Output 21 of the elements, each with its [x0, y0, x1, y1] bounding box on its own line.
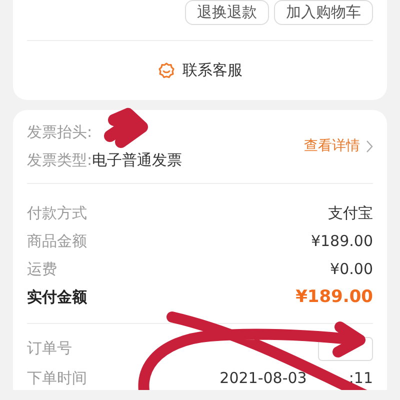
payment-label: 商品金额 [27, 231, 87, 252]
order-time-label: 下单时间 [27, 368, 87, 390]
chevron-right-icon [366, 140, 373, 152]
invoice-type-label: 发票类型: [27, 150, 92, 171]
invoice-title-label: 发票抬头: [27, 122, 92, 142]
order-time-value: 2021-08-03 [220, 368, 307, 390]
order-time-value: :11 [348, 368, 373, 390]
payment-value: 支付宝 [328, 203, 373, 224]
action-button[interactable]: 退换退款 [185, 0, 269, 25]
payment-value: ¥189.00 [296, 286, 373, 309]
headset-icon [158, 62, 174, 79]
payment-label: 运费 [27, 259, 57, 280]
payment-label: 付款方式 [27, 203, 87, 224]
payment-value: ¥0.00 [330, 259, 373, 280]
payment-label: 实付金额 [27, 287, 87, 308]
copy-button[interactable] [318, 336, 373, 360]
service-link[interactable]: 联系客服 [158, 59, 242, 82]
invoice-type-value: 电子普通发票 [92, 150, 182, 171]
payment-value: ¥189.00 [310, 231, 373, 252]
order-number-label: 订单号 [27, 338, 72, 360]
action-button[interactable]: 加入购物车 [274, 0, 373, 25]
